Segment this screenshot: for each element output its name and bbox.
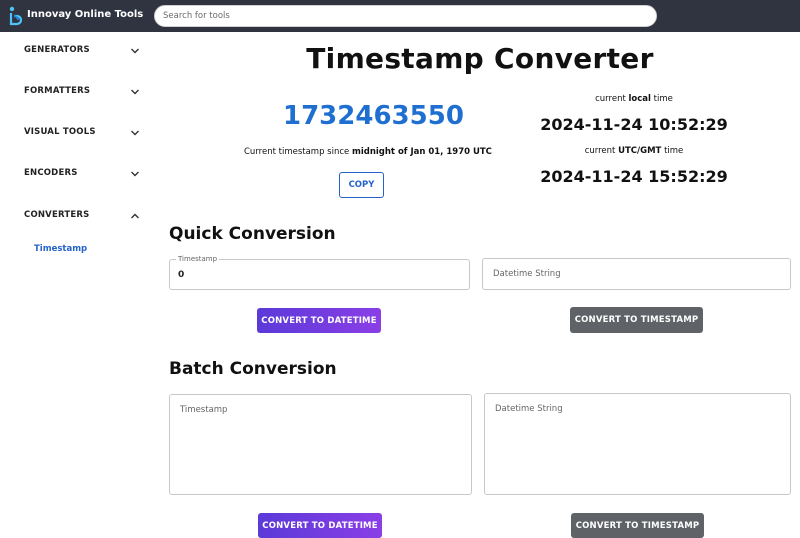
- local-label-post: time: [653, 94, 673, 104]
- sidebar-item-label: CONVERTERS: [24, 210, 90, 220]
- innovay-logo-icon[interactable]: [8, 6, 22, 26]
- sidebar: GENERATORS FORMATTERS VISUAL TOOLS ENCOD…: [0, 32, 152, 534]
- quick-convert-to-datetime-button[interactable]: CONVERT TO DATETIME: [257, 308, 381, 333]
- local-time-value: 2024-11-24 10:52:29: [540, 115, 728, 134]
- search-input[interactable]: [154, 5, 657, 27]
- quick-timestamp-label: Timestamp: [176, 255, 220, 263]
- quick-convert-to-timestamp-button[interactable]: CONVERT TO TIMESTAMP: [570, 307, 703, 333]
- quick-datetime-field[interactable]: Datetime String: [482, 258, 791, 290]
- quick-timestamp-value: 0: [178, 270, 185, 280]
- batch-conversion-title: Batch Conversion: [169, 359, 337, 379]
- page-title: Timestamp Converter: [306, 42, 654, 75]
- local-time-label: current local time: [532, 94, 736, 104]
- quick-datetime-placeholder: Datetime String: [493, 269, 561, 279]
- sidebar-item-label: ENCODERS: [24, 168, 78, 178]
- sidebar-item-label: VISUAL TOOLS: [24, 127, 96, 137]
- timestamp-caption: Current timestamp since midnight of Jan …: [244, 147, 492, 157]
- chevron-down-icon: [131, 171, 139, 177]
- utc-time-label: current UTC/GMT time: [532, 146, 736, 156]
- sidebar-item-label: FORMATTERS: [24, 86, 91, 96]
- batch-datetime-placeholder: Datetime String: [495, 404, 563, 414]
- local-label-bold: local: [628, 94, 651, 104]
- sidebar-item-encoders[interactable]: ENCODERS: [0, 158, 152, 188]
- local-label-pre: current: [595, 94, 626, 104]
- caption-epoch: midnight of Jan 01, 1970 UTC: [351, 147, 492, 157]
- utc-label-bold: UTC/GMT: [618, 146, 662, 156]
- chevron-down-icon: [131, 48, 139, 54]
- chevron-up-icon: [131, 213, 139, 219]
- batch-convert-to-timestamp-button[interactable]: CONVERT TO TIMESTAMP: [571, 513, 704, 538]
- utc-time-value: 2024-11-24 15:52:29: [540, 167, 728, 186]
- sidebar-item-label: GENERATORS: [24, 45, 90, 55]
- utc-label-pre: current: [584, 146, 616, 156]
- sidebar-item-converters[interactable]: CONVERTERS: [0, 200, 152, 230]
- batch-timestamp-textarea[interactable]: Timestamp: [169, 394, 472, 495]
- batch-convert-to-datetime-button[interactable]: CONVERT TO DATETIME: [258, 513, 382, 538]
- chevron-down-icon: [131, 89, 139, 95]
- sidebar-item-generators[interactable]: GENERATORS: [0, 35, 152, 65]
- quick-timestamp-field[interactable]: Timestamp 0: [169, 255, 470, 290]
- caption-prefix: Current timestamp since: [244, 147, 350, 157]
- copy-button[interactable]: COPY: [339, 172, 384, 198]
- top-bar: Innovay Online Tools: [0, 0, 800, 32]
- chevron-down-icon: [131, 130, 139, 136]
- current-timestamp: 1732463550: [283, 101, 464, 131]
- sidebar-item-visual-tools[interactable]: VISUAL TOOLS: [0, 117, 152, 147]
- batch-timestamp-placeholder: Timestamp: [180, 405, 228, 415]
- quick-conversion-title: Quick Conversion: [169, 224, 336, 244]
- batch-datetime-textarea[interactable]: Datetime String: [484, 393, 791, 495]
- utc-label-post: time: [664, 146, 684, 156]
- main-content: Timestamp Converter 1732463550 Current t…: [152, 32, 800, 538]
- sidebar-subitem-timestamp[interactable]: Timestamp: [34, 244, 87, 254]
- brand-name[interactable]: Innovay Online Tools: [27, 9, 143, 20]
- sidebar-item-formatters[interactable]: FORMATTERS: [0, 76, 152, 106]
